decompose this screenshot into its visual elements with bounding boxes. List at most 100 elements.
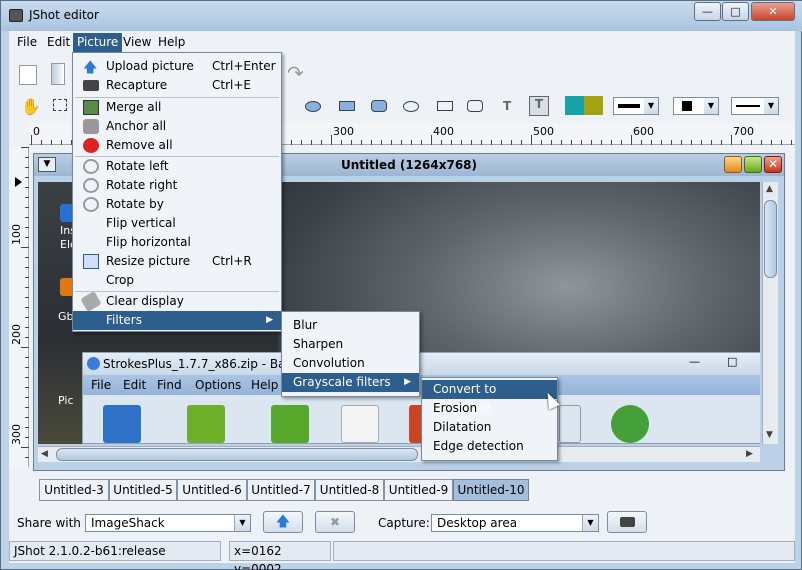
menu-item-flip-horizontal[interactable]: Flip horizontal xyxy=(73,233,281,252)
extract-icon xyxy=(187,405,225,443)
menu-item-recapture[interactable]: Recapture Ctrl+E xyxy=(73,76,281,95)
menu-item-grayscale-filters[interactable]: Grayscale filters ▶ xyxy=(282,373,419,392)
tab-untitled-8[interactable]: Untitled-8 xyxy=(315,479,384,501)
scroll-left-icon[interactable]: ◀ xyxy=(41,449,48,459)
doc-minimize-button[interactable] xyxy=(724,156,742,173)
menu-item-anchor-all[interactable]: Anchor all xyxy=(73,117,281,136)
round-rect-icon[interactable] xyxy=(467,100,483,112)
horizontal-scroll-thumb[interactable] xyxy=(56,448,418,461)
ruler-tick xyxy=(21,447,29,448)
maximize-button[interactable]: □ xyxy=(722,2,749,21)
chevron-down-icon: ▼ xyxy=(644,98,658,114)
capture-button[interactable] xyxy=(607,511,647,533)
doc-maximize-button[interactable] xyxy=(744,156,762,173)
bandizip-menu-item: Edit xyxy=(123,378,147,392)
fill-style-combo[interactable]: ▼ xyxy=(673,97,719,115)
ruler-tick xyxy=(751,140,752,145)
menu-item-flip-vertical[interactable]: Flip vertical xyxy=(73,214,281,233)
ellipse-icon[interactable] xyxy=(403,101,419,112)
vertical-ruler: 100 200 300 xyxy=(9,147,29,467)
ruler-tick xyxy=(541,140,542,145)
horizontal-scrollbar[interactable]: ◀ ▶ xyxy=(38,446,760,462)
menu-item-filters[interactable]: Filters ▶ xyxy=(73,311,281,330)
menu-item-crop[interactable]: Crop xyxy=(73,271,281,290)
ruler-tick xyxy=(771,140,772,145)
line-style-combo[interactable]: ▼ xyxy=(731,97,779,115)
color-swatch-2[interactable] xyxy=(584,96,603,115)
ruler-tick xyxy=(25,287,29,288)
title-bar[interactable]: JShot editor — □ ✕ xyxy=(1,1,802,31)
cancel-upload-button[interactable]: ✖ xyxy=(315,511,355,533)
menu-item-rotate-left[interactable]: Rotate left xyxy=(73,157,281,176)
scroll-right-icon[interactable]: ▶ xyxy=(746,449,753,459)
color-swatch-1[interactable] xyxy=(565,96,584,115)
capture-mode-combo[interactable]: Desktop area ▼ xyxy=(431,514,599,532)
ruler-tick xyxy=(641,140,642,145)
menu-item-dilatation[interactable]: Dilatation xyxy=(422,418,557,437)
menu-item-upload-picture[interactable]: 🡅 Upload picture Ctrl+Enter xyxy=(73,57,281,76)
ruler-tick xyxy=(721,140,722,145)
ruler-tick xyxy=(511,140,512,145)
tab-untitled-10[interactable]: Untitled-10 xyxy=(453,479,529,501)
tab-untitled-9[interactable]: Untitled-9 xyxy=(384,479,453,501)
menu-view[interactable]: View xyxy=(119,33,155,52)
ruler-tick xyxy=(51,140,52,145)
ruler-tick xyxy=(25,257,29,258)
ruler-tick xyxy=(25,167,29,168)
menu-picture[interactable]: Picture xyxy=(73,33,123,52)
menu-help[interactable]: Help xyxy=(154,33,189,52)
tab-untitled-3[interactable]: Untitled-3 xyxy=(39,479,109,501)
menu-item-convolution[interactable]: Convolution xyxy=(282,354,419,373)
lock-icon xyxy=(83,119,99,134)
tab-untitled-5[interactable]: Untitled-5 xyxy=(109,479,177,501)
filled-rect-icon[interactable] xyxy=(339,101,355,111)
menu-edit[interactable]: Edit xyxy=(43,33,74,52)
ruler-tick xyxy=(701,140,702,145)
vertical-scrollbar[interactable]: ▲ ▼ xyxy=(762,182,778,444)
menu-item-rotate-by[interactable]: Rotate by xyxy=(73,195,281,214)
menu-item-remove-all[interactable]: Remove all xyxy=(73,136,281,155)
tab-untitled-6[interactable]: Untitled-6 xyxy=(177,479,247,501)
rect-icon[interactable] xyxy=(437,101,453,111)
tab-untitled-7[interactable]: Untitled-7 xyxy=(247,479,315,501)
minimize-button[interactable]: — xyxy=(694,2,721,21)
redo-icon[interactable]: ↷ xyxy=(287,61,309,85)
filled-round-rect-icon[interactable] xyxy=(371,100,387,112)
ruler-tick xyxy=(561,140,562,145)
menu-item-edge-detection[interactable]: Edge detection xyxy=(422,437,557,456)
upload-button[interactable]: 🡅 xyxy=(263,511,303,533)
camera-icon xyxy=(83,80,99,91)
menu-item-convert-to-grayscale[interactable]: Convert to grayscale xyxy=(422,380,557,415)
text-box-tool-icon[interactable]: T xyxy=(529,96,549,116)
ruler-tick xyxy=(25,337,29,338)
close-button[interactable]: ✕ xyxy=(751,2,795,21)
new-file-icon[interactable] xyxy=(19,65,37,85)
share-service-combo[interactable]: ImageShack ▼ xyxy=(85,514,251,532)
ruler-tick xyxy=(761,140,762,145)
capture-label: Capture: xyxy=(378,516,430,530)
vertical-scroll-thumb[interactable] xyxy=(764,200,777,278)
window-title: JShot editor xyxy=(29,8,99,22)
open-file-icon[interactable] xyxy=(51,63,65,85)
menu-item-erosion[interactable]: Erosion xyxy=(422,399,557,418)
line-width-combo[interactable]: ▼ xyxy=(613,97,659,115)
bandizip-menu-item: Options xyxy=(195,378,242,392)
scroll-up-icon[interactable]: ▲ xyxy=(766,184,773,194)
rotate-by-icon xyxy=(83,197,99,212)
menu-item-sharpen[interactable]: Sharpen xyxy=(282,335,419,354)
ruler-tick xyxy=(41,140,42,145)
select-rect-icon[interactable] xyxy=(53,99,67,111)
menu-item-clear-display[interactable]: Clear display xyxy=(73,291,281,312)
menu-item-resize-picture[interactable]: Resize picture Ctrl+R xyxy=(73,252,281,271)
ruler-tick xyxy=(25,397,29,398)
hand-tool-icon[interactable]: ✋ xyxy=(21,97,41,116)
menu-file[interactable]: File xyxy=(13,33,41,52)
filled-ellipse-icon[interactable] xyxy=(305,101,321,112)
doc-close-button[interactable]: ✕ xyxy=(764,156,782,173)
menu-item-rotate-right[interactable]: Rotate right xyxy=(73,176,281,195)
menu-item-blur[interactable]: Blur xyxy=(282,316,419,335)
menu-item-merge-all[interactable]: Merge all xyxy=(73,98,281,117)
text-tool-icon[interactable]: T xyxy=(503,99,511,113)
scroll-down-icon[interactable]: ▼ xyxy=(766,430,773,440)
ruler-tick xyxy=(621,140,622,145)
